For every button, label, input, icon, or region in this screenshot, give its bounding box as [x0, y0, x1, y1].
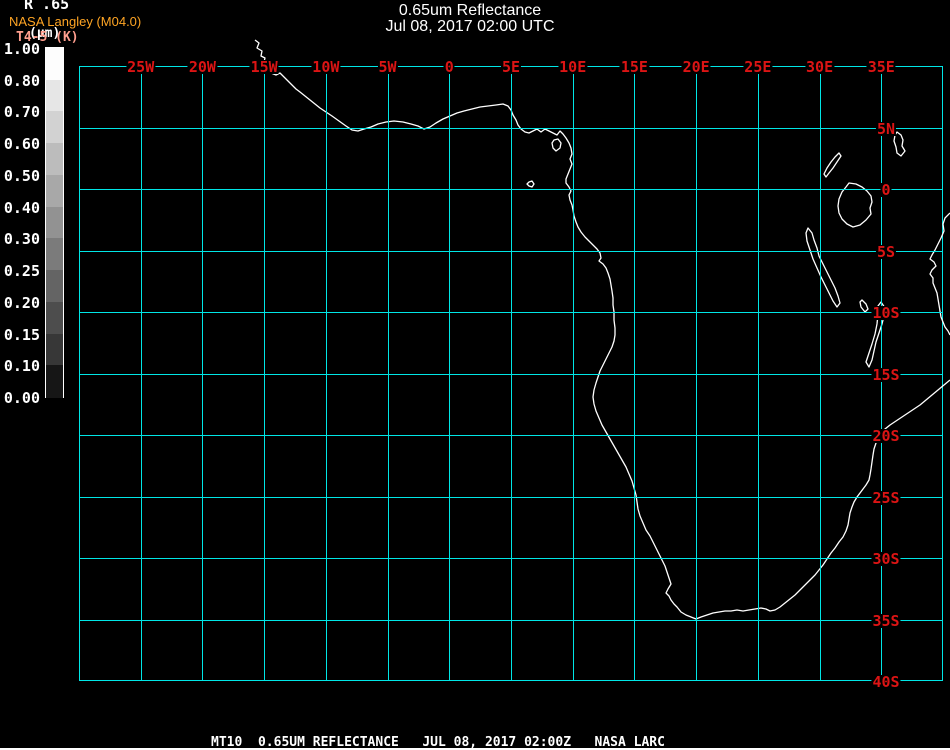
- parallel-gridline: [79, 312, 943, 313]
- colorbar-tick-label: 0.10: [3, 357, 40, 376]
- latitude-label: 20S: [871, 427, 901, 445]
- longitude-label: 25E: [743, 58, 773, 76]
- latitude-label: 40S: [871, 673, 901, 691]
- latitude-label: 5N: [875, 119, 897, 138]
- satellite-image-viewer: 0.65um Reflectance Jul 08, 2017 02:00 UT…: [0, 0, 950, 750]
- colorbar-segment: [46, 333, 63, 367]
- latitude-label: 30S: [871, 550, 901, 568]
- longitude-label: 35E: [866, 58, 896, 76]
- colorbar-segment: [46, 174, 63, 208]
- parallel-gridline: [79, 558, 943, 559]
- colorbar-segment: [46, 111, 63, 145]
- colorbar-tick-label: 0.80: [3, 71, 40, 90]
- page-subtitle-datetime: Jul 08, 2017 02:00 UTC: [385, 18, 555, 35]
- colorbar-tick-label: 0.60: [3, 135, 40, 154]
- longitude-label: 15W: [249, 58, 279, 76]
- colorbar-tick-label: 0.15: [3, 325, 40, 344]
- parallel-gridline: [79, 374, 943, 375]
- colorbar-tick-label: 0.40: [3, 198, 40, 217]
- longitude-label: 0: [443, 58, 455, 76]
- colorbar-tick-label: 0.00: [3, 389, 40, 407]
- latitude-label: 25S: [871, 488, 901, 507]
- longitude-label: 20W: [187, 58, 217, 76]
- product-label-reflectance: R .65: [24, 0, 70, 13]
- parallel-gridline: [79, 620, 943, 621]
- colorbar-tick-label: 0.70: [3, 103, 40, 122]
- colorbar-segment: [46, 206, 63, 240]
- parallel-gridline: [79, 435, 943, 436]
- parallel-gridline: [79, 251, 943, 252]
- longitude-label: 20E: [681, 58, 711, 76]
- longitude-label: 30E: [805, 58, 835, 76]
- colorbar-segment: [46, 48, 63, 81]
- longitude-label: 25W: [126, 58, 156, 76]
- latitude-label: 35S: [871, 611, 901, 630]
- colorbar-tick-label: 0.50: [3, 166, 40, 185]
- page-title: 0.65um Reflectance: [398, 2, 542, 19]
- longitude-label: 5W: [377, 58, 398, 76]
- title-block: 0.65um Reflectance Jul 08, 2017 02:00 UT…: [270, 2, 670, 35]
- colorbar-segment: [46, 301, 63, 335]
- colorbar-segment: [46, 238, 63, 272]
- colorbar-tick-label: 0.30: [3, 230, 40, 249]
- latitude-label: 0: [880, 181, 892, 199]
- colorbar-tick-label: 1.00: [3, 40, 40, 58]
- colorbar-segment: [46, 143, 63, 176]
- colorbar-tick-label: 0.20: [3, 293, 40, 312]
- parallel-gridline: [79, 189, 943, 190]
- longitude-label: 5E: [500, 58, 522, 76]
- colorbar-segment: [46, 79, 63, 113]
- parallel-gridline: [79, 497, 943, 498]
- colorbar-segment: [46, 365, 63, 398]
- colorbar-tick-label: 0.25: [3, 262, 40, 281]
- longitude-label: 15E: [619, 58, 649, 76]
- reflectance-colorbar: [45, 47, 64, 398]
- latitude-label: 15S: [871, 365, 901, 384]
- latitude-label: 10S: [871, 304, 901, 322]
- parallel-gridline: [79, 128, 943, 129]
- colorbar-segment: [46, 270, 63, 303]
- latitude-label: 5S: [875, 242, 897, 261]
- longitude-label: 10E: [558, 58, 588, 76]
- longitude-label: 10W: [311, 58, 341, 76]
